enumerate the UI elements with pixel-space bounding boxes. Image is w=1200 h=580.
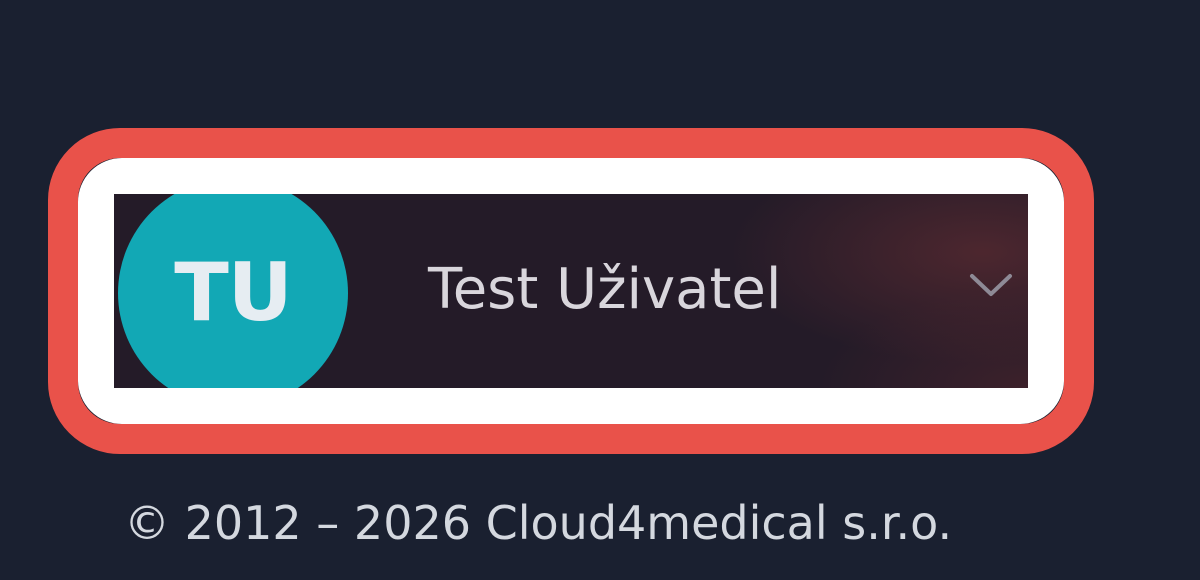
user-menu-button[interactable]: TU Test Uživatel (114, 194, 1028, 388)
avatar: TU (118, 194, 348, 388)
footer-copyright: © 2012 – 2026 Cloud4medical s.r.o. (124, 496, 953, 550)
user-name: Test Uživatel (428, 257, 782, 322)
avatar-initials: TU (174, 246, 293, 339)
chevron-down-icon (970, 274, 1012, 296)
